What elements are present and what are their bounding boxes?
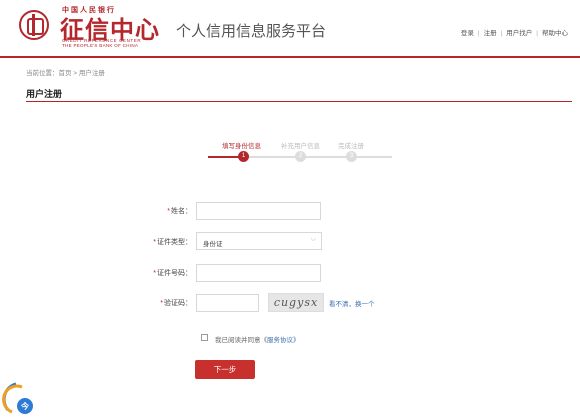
title-divider <box>26 101 572 102</box>
logo-english-line2: THE PEOPLE'S BANK OF CHINA <box>62 43 139 48</box>
help-center-link[interactable]: 帮助中心 <box>542 30 568 37</box>
step-dot-1: 1 <box>238 151 249 162</box>
id-type-selected-value: 身份证 <box>203 241 223 248</box>
step-dot-2: 2 <box>295 151 306 162</box>
chevron-down-icon: ⌵ <box>310 236 316 243</box>
name-label: *姓名： <box>122 206 192 216</box>
required-mark: * <box>160 300 163 307</box>
step-label-1: 填写身份信息 <box>222 143 261 150</box>
captcha-image[interactable]: cugysx <box>268 293 324 312</box>
find-account-link[interactable]: 用户找户 <box>506 30 532 37</box>
step-label-2: 补充用户信息 <box>281 143 320 150</box>
captcha-refresh-link[interactable]: 看不清，换一个 <box>329 298 375 308</box>
step-dot-3: 3 <box>346 151 357 162</box>
agree-suffix: 》 <box>293 337 300 344</box>
agree-checkbox[interactable] <box>201 334 208 341</box>
captcha-input[interactable] <box>196 294 259 312</box>
agree-prefix: 我已阅读并同意《 <box>215 337 267 344</box>
step-remaining-line <box>242 156 392 158</box>
required-mark: * <box>153 270 156 277</box>
id-type-label-text: 证件类型： <box>157 239 192 246</box>
top-nav-links: 登录 | 注册 | 用户找户 | 帮助中心 <box>461 27 568 37</box>
watermark-logo-icon: 今 <box>2 382 33 414</box>
id-type-select[interactable]: 身份证 ⌵ <box>196 232 322 250</box>
required-mark: * <box>167 208 170 215</box>
register-link[interactable]: 注册 <box>484 30 497 37</box>
name-label-text: 姓名： <box>171 208 192 215</box>
nav-separator: | <box>477 30 480 37</box>
login-link[interactable]: 登录 <box>461 30 474 37</box>
agree-text: 我已阅读并同意《服务协议》 <box>215 334 300 344</box>
credit-center-logo-icon <box>19 10 49 40</box>
breadcrumb: 当前位置：首页 > 用户注册 <box>26 70 105 77</box>
captcha-label: *验证码： <box>122 298 192 308</box>
nav-separator: | <box>500 30 503 37</box>
svg-text:今: 今 <box>20 401 29 411</box>
required-mark: * <box>153 239 156 246</box>
name-input[interactable] <box>196 202 321 220</box>
page-title: 用户注册 <box>26 89 63 99</box>
service-agreement-link[interactable]: 服务协议 <box>267 337 293 344</box>
nav-separator: | <box>536 30 538 37</box>
site-header: 中国人民银行 征信中心 CREDIT REFERENCE CENTER THE … <box>0 0 580 58</box>
id-number-label: *证件号码： <box>122 268 192 278</box>
step-label-3: 完成注册 <box>338 143 364 150</box>
platform-title: 个人信用信息服务平台 <box>176 23 327 40</box>
step-progress-line <box>208 156 242 158</box>
next-step-button[interactable]: 下一步 <box>195 360 255 379</box>
id-number-input[interactable] <box>196 264 321 282</box>
id-number-label-text: 证件号码： <box>157 270 192 277</box>
id-type-label: *证件类型： <box>122 237 192 247</box>
captcha-label-text: 验证码： <box>164 300 192 307</box>
